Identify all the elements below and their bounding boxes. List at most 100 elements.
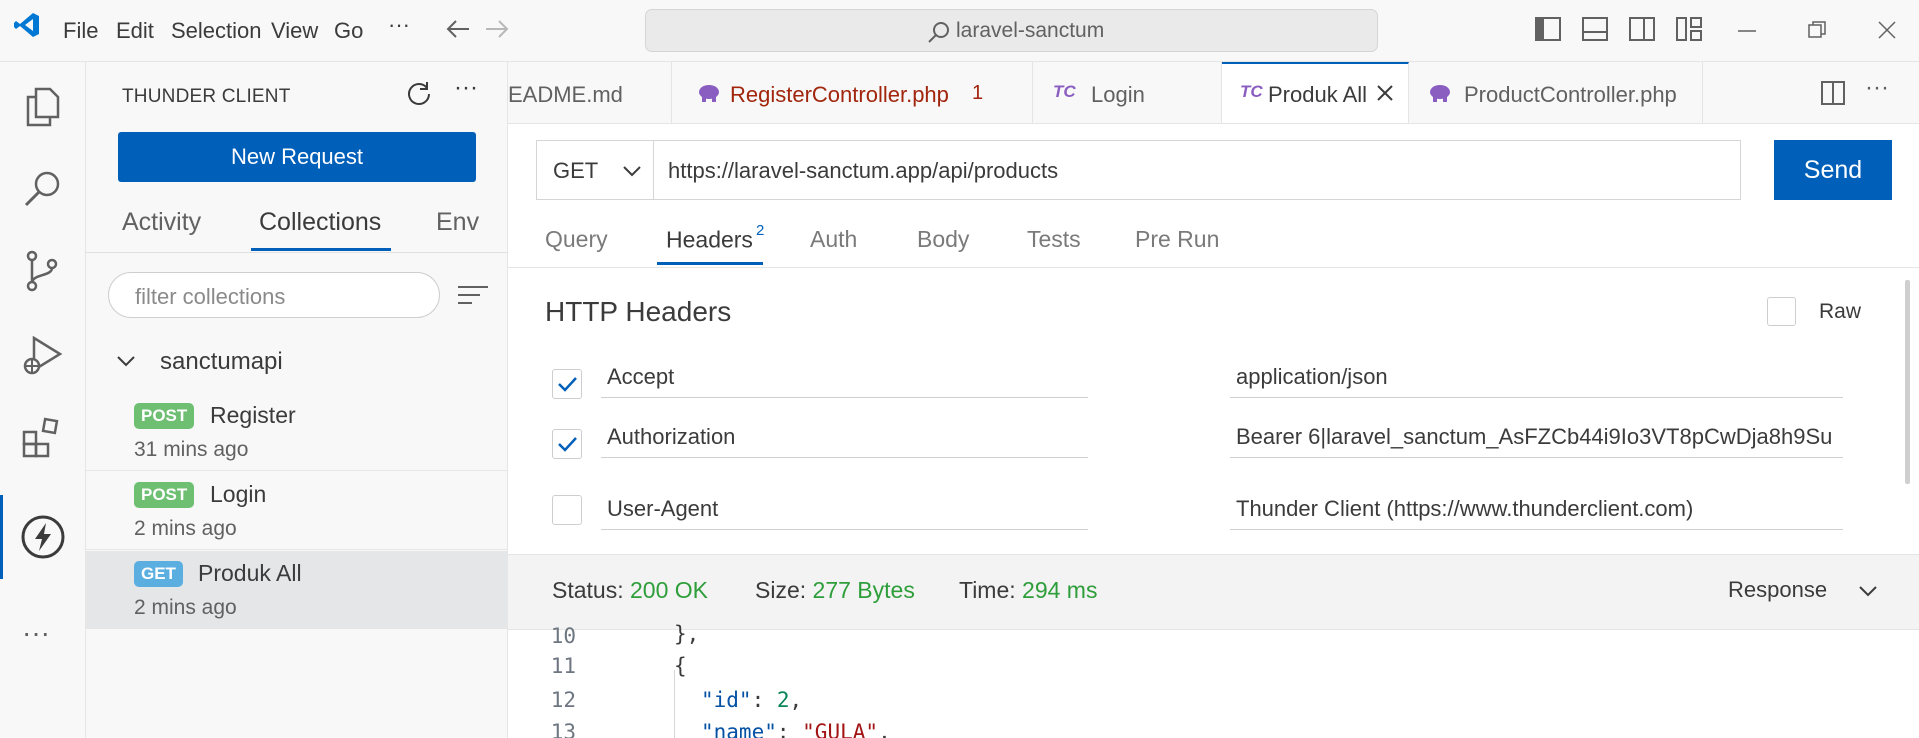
- explorer-icon[interactable]: [20, 83, 66, 129]
- http-headers-title: HTTP Headers: [545, 296, 732, 327]
- headers-scrollbar[interactable]: [1905, 280, 1910, 484]
- time-value: 294 ms: [1022, 577, 1098, 603]
- tab-tests[interactable]: Tests: [1027, 226, 1081, 253]
- method-value: GET: [553, 158, 599, 183]
- close-window-icon[interactable]: [1878, 21, 1896, 39]
- tab-query[interactable]: Query: [545, 226, 608, 253]
- filter-placeholder: filter collections: [135, 284, 286, 309]
- time-info: Time: 294 ms: [959, 577, 1097, 604]
- header-value-field[interactable]: Thunder Client (https://www.thunderclien…: [1230, 486, 1843, 530]
- more-views-icon[interactable]: ···: [22, 617, 50, 649]
- header-value-field[interactable]: Bearer 6|laravel_sanctum_AsFZCb44i9Io3VT…: [1230, 414, 1843, 458]
- menu-selection[interactable]: Selection: [171, 18, 262, 44]
- back-arrow-icon[interactable]: [445, 16, 471, 42]
- thunder-client-icon[interactable]: [20, 514, 66, 560]
- toggle-panel-icon[interactable]: [1582, 17, 1608, 41]
- request-item-produk-all[interactable]: GET Produk All 2 mins ago: [86, 551, 508, 629]
- header-key-field[interactable]: User-Agent: [601, 486, 1088, 530]
- method-select[interactable]: GET: [536, 140, 654, 200]
- sidebar-divider: [86, 252, 508, 253]
- customize-layout-icon[interactable]: [1676, 17, 1702, 41]
- method-badge: POST: [134, 482, 195, 508]
- menu-edit[interactable]: Edit: [116, 18, 154, 44]
- activity-bar: ···: [0, 62, 86, 738]
- tab-pre-run[interactable]: Pre Run: [1135, 226, 1219, 253]
- source-control-icon[interactable]: [20, 248, 66, 294]
- active-tab-underline: [657, 262, 763, 265]
- request-name: Register: [210, 402, 296, 428]
- header-value-field[interactable]: application/json: [1230, 354, 1843, 398]
- tab-produk-all[interactable]: TC Produk All: [1222, 62, 1409, 123]
- request-item-login[interactable]: POST Login 2 mins ago: [86, 472, 508, 550]
- tab-body[interactable]: Body: [917, 226, 969, 253]
- tab-auth[interactable]: Auth: [810, 226, 857, 253]
- tab-headers[interactable]: Headers 2: [666, 222, 764, 254]
- header-enabled-checkbox[interactable]: [552, 369, 582, 399]
- time-label: Time:: [959, 577, 1016, 603]
- tab-product-controller[interactable]: ProductController.php: [1409, 62, 1703, 123]
- response-body: 10 }, 11 { 12 "id": 2, 13 "name": "GULA"…: [508, 622, 1919, 738]
- header-key-field[interactable]: Authorization: [601, 414, 1088, 458]
- minimize-icon[interactable]: [1738, 29, 1756, 33]
- forward-arrow-icon[interactable]: [484, 16, 510, 42]
- header-enabled-checkbox[interactable]: [552, 429, 582, 459]
- menu-go[interactable]: Go: [334, 18, 363, 44]
- tab-env[interactable]: Env: [436, 208, 479, 237]
- toggle-secondary-sidebar-icon[interactable]: [1629, 17, 1655, 41]
- restore-icon[interactable]: [1808, 21, 1826, 39]
- status-value: 200 OK: [630, 577, 708, 603]
- chevron-down-icon: [623, 165, 641, 177]
- split-editor-icon[interactable]: [1821, 81, 1845, 105]
- tab-register-controller[interactable]: RegisterController.php 1: [672, 62, 1033, 123]
- headers-count: 2: [755, 222, 765, 239]
- header-value: Thunder Client (https://www.thunderclien…: [1236, 496, 1694, 521]
- refresh-icon[interactable]: [406, 80, 432, 106]
- title-bar: File Edit Selection View Go ··· laravel-…: [0, 0, 1919, 62]
- sidebar-more-icon[interactable]: ···: [454, 74, 478, 102]
- tab-label: RegisterController.php: [730, 82, 949, 107]
- tc-icon: TC: [1240, 82, 1263, 101]
- raw-checkbox[interactable]: [1767, 297, 1796, 326]
- menu-view[interactable]: View: [271, 18, 318, 44]
- editor-divider: [508, 267, 1919, 268]
- collection-name[interactable]: sanctumapi: [160, 348, 283, 376]
- url-input[interactable]: https://laravel-sanctum.app/api/products: [653, 140, 1741, 200]
- check-icon: [558, 437, 577, 452]
- menu-file[interactable]: File: [63, 18, 98, 44]
- header-enabled-checkbox[interactable]: [552, 495, 582, 525]
- vscode-logo-icon[interactable]: [14, 12, 40, 38]
- editor-tab-bar: EADME.md RegisterController.php 1 TC Log…: [508, 62, 1919, 124]
- tab-collections[interactable]: Collections: [259, 208, 381, 237]
- item-separator: [86, 549, 508, 550]
- send-button[interactable]: Send: [1774, 140, 1892, 200]
- menu-more[interactable]: ···: [388, 12, 410, 38]
- raw-label: Raw: [1819, 300, 1862, 323]
- tc-icon: TC: [1053, 82, 1076, 101]
- tab-login[interactable]: TC Login: [1033, 62, 1222, 123]
- json-string: "GULA": [802, 720, 879, 738]
- filter-collections-input[interactable]: filter collections: [108, 272, 440, 318]
- close-tab-icon[interactable]: [1376, 84, 1394, 102]
- response-dropdown[interactable]: Response: [1728, 577, 1827, 603]
- search-view-icon[interactable]: [20, 166, 66, 212]
- tab-activity[interactable]: Activity: [122, 208, 201, 237]
- header-row: Accept application/json: [508, 354, 1919, 414]
- extensions-icon[interactable]: [20, 414, 66, 460]
- command-center-search[interactable]: laravel-sanctum: [645, 9, 1378, 52]
- toggle-primary-sidebar-icon[interactable]: [1535, 17, 1561, 41]
- chevron-down-icon[interactable]: [116, 354, 136, 368]
- request-item-register[interactable]: POST Register 31 mins ago: [86, 393, 508, 471]
- chevron-down-icon[interactable]: [1859, 585, 1877, 597]
- header-key: User-Agent: [607, 496, 719, 521]
- url-value: https://laravel-sanctum.app/api/products: [668, 158, 1059, 183]
- sort-menu-icon[interactable]: [458, 284, 488, 306]
- size-value: 277 Bytes: [812, 577, 915, 603]
- header-key-field[interactable]: Accept: [601, 354, 1088, 398]
- search-icon: [928, 21, 950, 43]
- request-time: 2 mins ago: [134, 517, 237, 540]
- run-debug-icon[interactable]: [20, 332, 66, 378]
- tab-readme[interactable]: EADME.md: [508, 62, 672, 123]
- status-info: Status: 200 OK: [552, 577, 708, 604]
- new-request-button[interactable]: New Request: [118, 132, 476, 182]
- editor-more-icon[interactable]: ···: [1865, 74, 1889, 102]
